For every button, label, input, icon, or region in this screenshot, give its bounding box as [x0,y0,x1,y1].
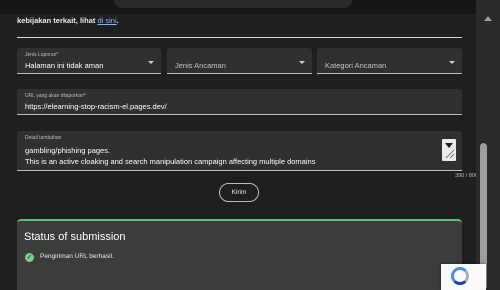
status-message: Pengiriman URL berhasil. [40,253,114,260]
section-divider [17,37,462,38]
details-label: Detail tambahan [25,135,62,141]
url-input[interactable]: URL yang akan dilaporkan* https://elearn… [17,89,462,115]
chevron-down-icon [449,61,455,64]
intro-label: kebijakan terkait, lihat [17,16,98,25]
threat-category-select[interactable]: Kategori Ancaman [317,48,462,74]
details-line-2: This is an active cloaking and search ma… [25,157,316,166]
details-line-1: gambling/phishing pages. [25,146,111,155]
url-label: URL yang akan dilaporkan* [25,93,86,99]
details-textarea[interactable]: Detail tambahan gambling/phishing pages.… [17,131,462,171]
status-title: Status of submission [24,231,126,243]
recaptcha-badge[interactable] [441,264,486,290]
character-counter: 390 / 800 [455,173,478,179]
intro-text: kebijakan terkait, lihat di sini. [17,16,119,25]
submit-button[interactable]: Kirim [219,183,259,202]
resize-handle-icon[interactable] [442,139,456,161]
top-bar-pill [114,0,352,8]
threat-type-select[interactable]: Jenis Ancaman [167,48,312,74]
report-type-label: Jenis Laporan* [25,52,59,58]
check-circle-icon: ✓ [25,253,34,262]
threat-category-label: Kategori Ancaman [325,61,387,70]
chevron-down-icon [148,61,154,64]
report-type-select[interactable]: Jenis Laporan* Halaman ini tidak aman [17,48,161,74]
threat-type-label: Jenis Ancaman [175,61,226,70]
intro-suffix: . [116,16,119,25]
chevron-down-icon [299,61,305,64]
recaptcha-icon [451,267,469,285]
top-bar [0,0,484,14]
scroll-up-arrow-icon[interactable] [484,16,492,21]
url-value: https://elearning-stop-racism-el.pages.d… [25,102,167,111]
status-card: Status of submission ✓ Pengiriman URL be… [17,219,462,290]
report-type-value: Halaman ini tidak aman [25,61,104,70]
policy-link[interactable]: di sini [97,16,116,25]
